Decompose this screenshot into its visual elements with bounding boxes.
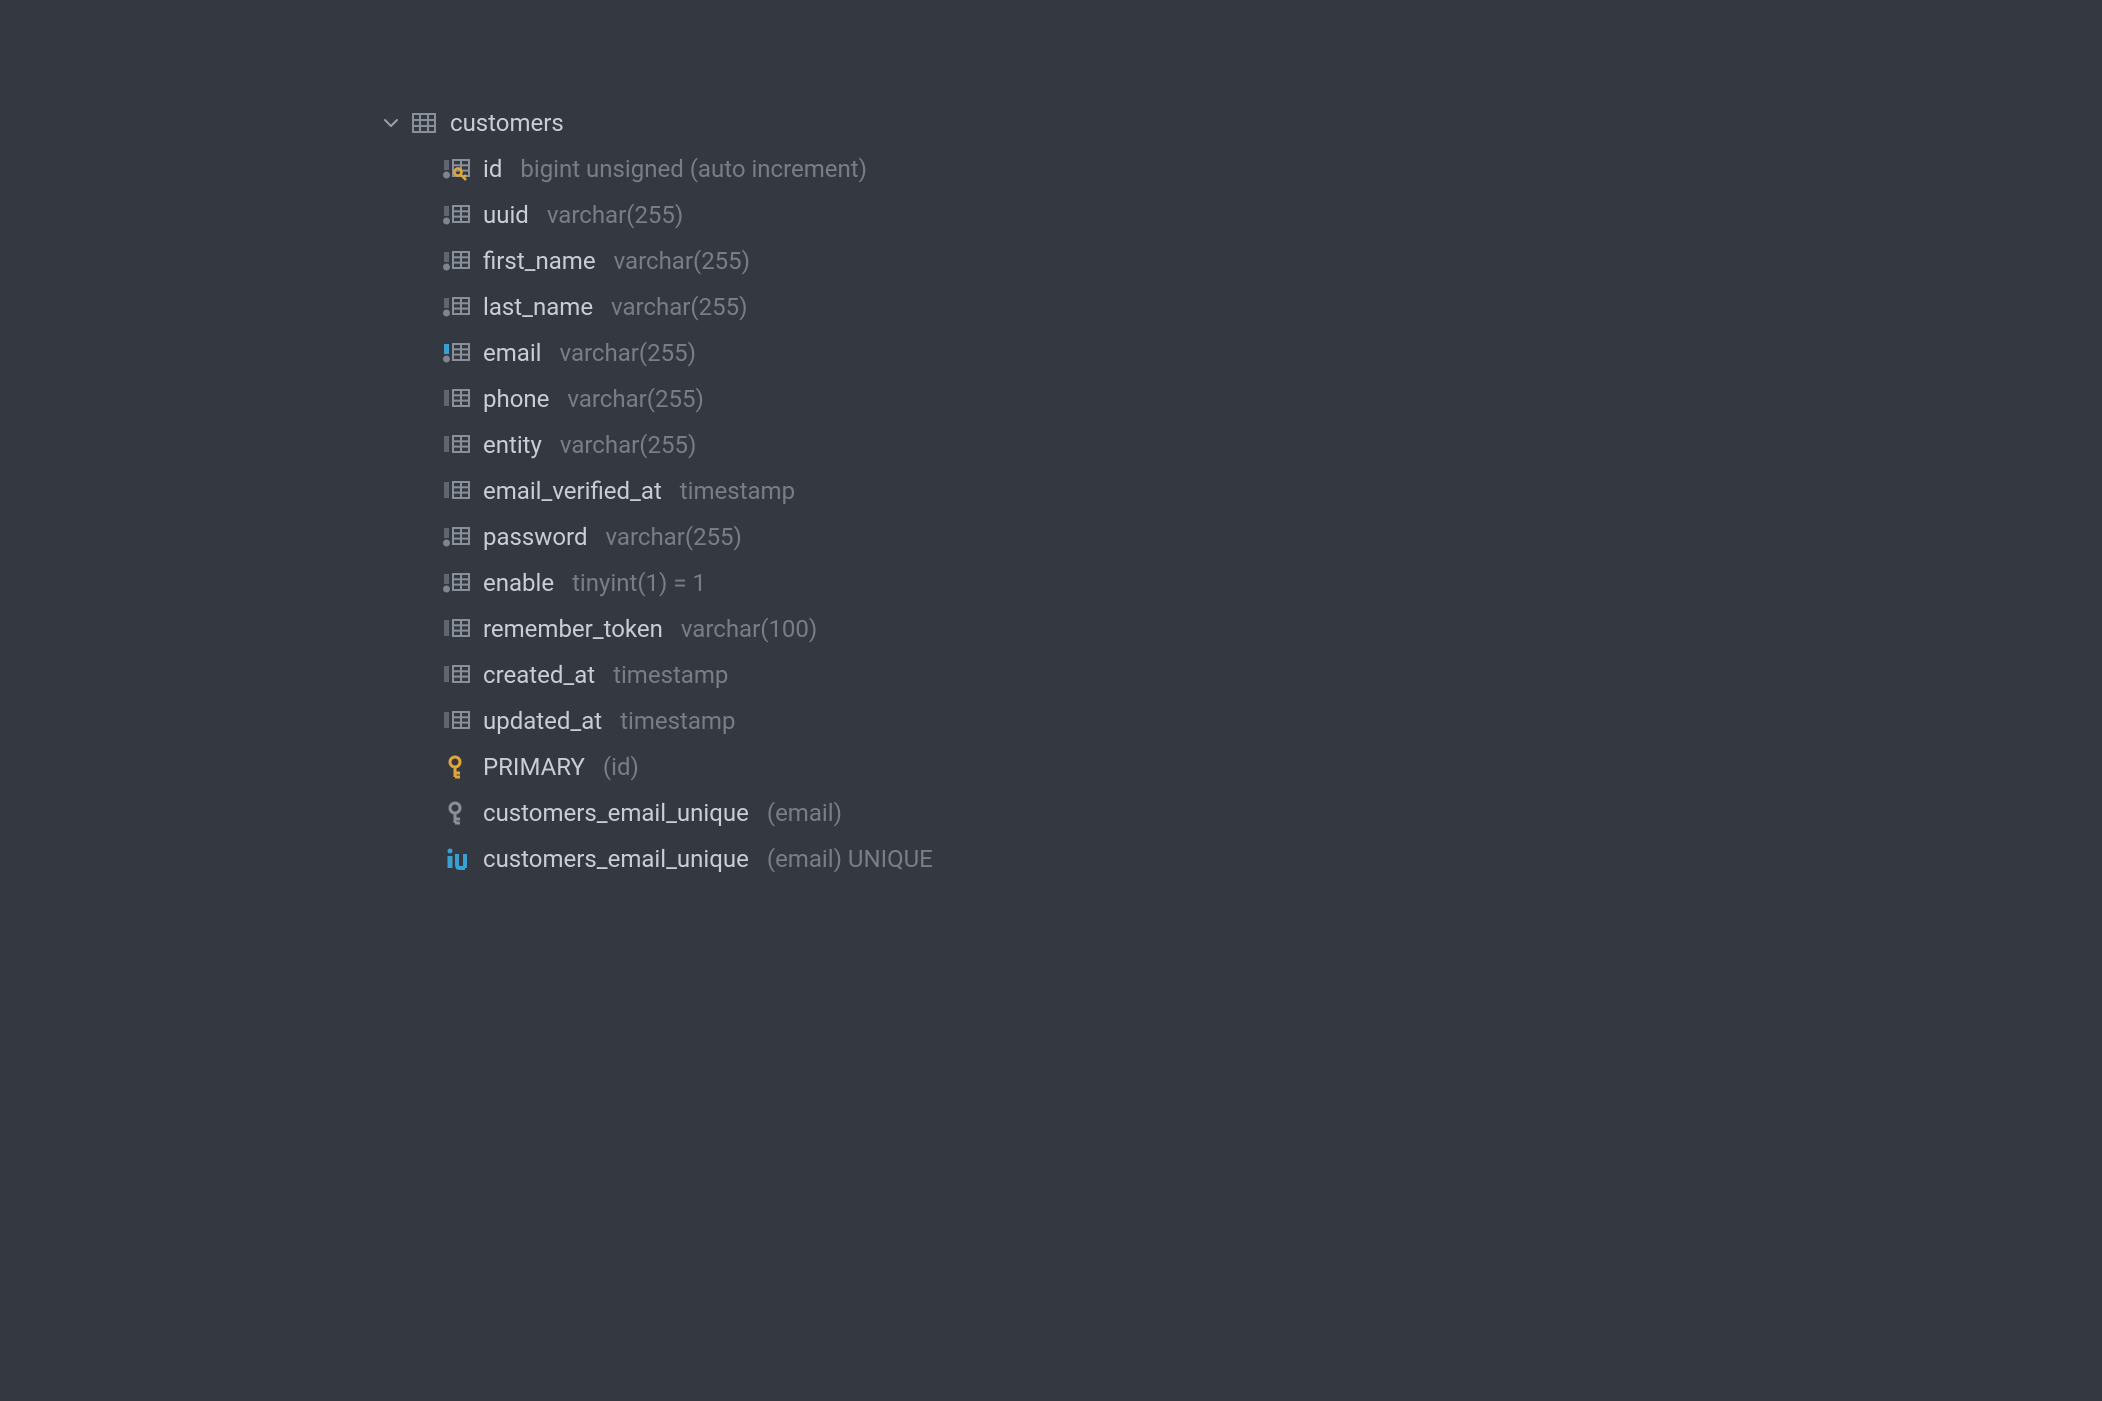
- column-icon: [443, 479, 471, 503]
- key-grey-icon: [443, 801, 471, 825]
- column-dot-icon: [443, 203, 471, 227]
- tree-item-column[interactable]: updated_at timestamp: [380, 698, 2102, 744]
- column-index-icon: [443, 341, 471, 365]
- column-type: varchar(255): [567, 385, 703, 413]
- column-type: varchar(255): [605, 523, 741, 551]
- index-name: customers_email_unique: [483, 799, 749, 827]
- column-icon: [443, 433, 471, 457]
- tree-item-column[interactable]: created_at timestamp: [380, 652, 2102, 698]
- tree-item-index[interactable]: PRIMARY (id): [380, 744, 2102, 790]
- column-name: created_at: [483, 661, 595, 689]
- tree-item-column[interactable]: entity varchar(255): [380, 422, 2102, 468]
- tree-container: customers id bigint unsigned (auto increm…: [0, 0, 2102, 882]
- tree-item-column[interactable]: enable tinyint(1) = 1: [380, 560, 2102, 606]
- column-type: varchar(255): [547, 201, 683, 229]
- column-name: password: [483, 523, 587, 551]
- column-type: timestamp: [613, 661, 728, 689]
- column-type: timestamp: [680, 477, 795, 505]
- column-dot-icon: [443, 249, 471, 273]
- column-icon: [443, 617, 471, 641]
- tree-item-column[interactable]: phone varchar(255): [380, 376, 2102, 422]
- column-pk-icon: [443, 157, 471, 181]
- column-name: email: [483, 339, 542, 367]
- column-type: varchar(255): [614, 247, 750, 275]
- column-type: varchar(255): [560, 431, 696, 459]
- column-name: phone: [483, 385, 549, 413]
- tree-item-column[interactable]: uuid varchar(255): [380, 192, 2102, 238]
- tree-item-column[interactable]: password varchar(255): [380, 514, 2102, 560]
- column-type: bigint unsigned (auto increment): [520, 155, 867, 183]
- column-icon: [443, 709, 471, 733]
- tree-item-index[interactable]: customers_email_unique (email) UNIQUE: [380, 836, 2102, 882]
- tree-item-column[interactable]: remember_token varchar(100): [380, 606, 2102, 652]
- index-detail: (email) UNIQUE: [767, 845, 933, 873]
- column-name: remember_token: [483, 615, 663, 643]
- tree-item-index[interactable]: customers_email_unique (email): [380, 790, 2102, 836]
- column-type: tinyint(1) = 1: [572, 569, 706, 597]
- iu-blue-icon: [443, 847, 471, 871]
- index-detail: (id): [603, 753, 639, 781]
- column-dot-icon: [443, 295, 471, 319]
- column-dot-icon: [443, 525, 471, 549]
- column-type: varchar(255): [560, 339, 696, 367]
- column-name: first_name: [483, 247, 596, 275]
- column-name: id: [483, 155, 502, 183]
- column-type: varchar(255): [611, 293, 747, 321]
- column-type: varchar(100): [681, 615, 817, 643]
- tree-item-column[interactable]: last_name varchar(255): [380, 284, 2102, 330]
- tree-item-column[interactable]: email varchar(255): [380, 330, 2102, 376]
- column-type: timestamp: [620, 707, 735, 735]
- column-name: email_verified_at: [483, 477, 662, 505]
- chevron-down-icon[interactable]: [380, 112, 402, 134]
- column-icon: [443, 663, 471, 687]
- column-name: last_name: [483, 293, 593, 321]
- index-detail: (email): [767, 799, 842, 827]
- column-dot-icon: [443, 571, 471, 595]
- tree-item-table[interactable]: customers: [380, 100, 2102, 146]
- table-icon: [410, 111, 438, 135]
- column-name: entity: [483, 431, 542, 459]
- tree-item-column[interactable]: first_name varchar(255): [380, 238, 2102, 284]
- index-name: customers_email_unique: [483, 845, 749, 873]
- index-name: PRIMARY: [483, 753, 585, 781]
- tree-item-column[interactable]: id bigint unsigned (auto increment): [380, 146, 2102, 192]
- column-name: uuid: [483, 201, 529, 229]
- column-icon: [443, 387, 471, 411]
- key-gold-icon: [443, 755, 471, 779]
- tree-item-column[interactable]: email_verified_at timestamp: [380, 468, 2102, 514]
- column-name: enable: [483, 569, 554, 597]
- table-name: customers: [450, 109, 564, 137]
- column-name: updated_at: [483, 707, 602, 735]
